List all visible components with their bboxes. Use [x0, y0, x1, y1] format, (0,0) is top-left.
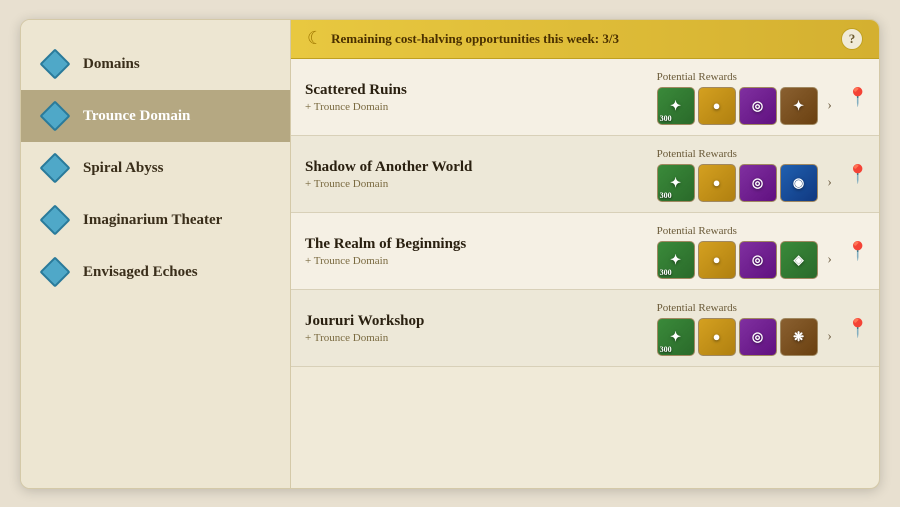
- rewards-label: Potential Rewards: [657, 302, 737, 314]
- sidebar-item-label: Imaginarium Theater: [83, 211, 222, 229]
- more-rewards-indicator: ›: [821, 241, 839, 279]
- dungeon-subtitle: + Trounce Domain: [305, 178, 645, 190]
- list-item: Joururi Workshop + Trounce Domain Potentia…: [291, 290, 879, 367]
- list-item-info: Scattered Ruins + Trounce Domain: [305, 82, 645, 113]
- reward-symbol-icon: ✦: [670, 252, 681, 268]
- dungeon-title: Joururi Workshop: [305, 313, 645, 330]
- reward-symbol-icon: ◎: [752, 98, 763, 114]
- sidebar-item-label: Domains: [83, 55, 140, 73]
- reward-icon: ◉: [780, 164, 818, 202]
- sidebar-item-spiral-abyss[interactable]: Spiral Abyss: [21, 142, 290, 194]
- list-item-info: The Realm of Beginnings + Trounce Domain: [305, 236, 645, 267]
- reward-symbol-icon: ✦: [670, 175, 681, 191]
- reward-icon: ✦300: [657, 164, 695, 202]
- rewards-icons: ✦300 ● ◎ ◉ ›: [657, 164, 839, 202]
- reward-symbol-icon: ●: [713, 175, 721, 191]
- banner-text: Remaining cost-halving opportunities thi…: [331, 31, 619, 47]
- reward-symbol-icon: ✦: [793, 98, 804, 114]
- reward-symbol-icon: ●: [713, 98, 721, 114]
- rewards-section: Potential Rewards ✦300 ● ◎ ◈ ›: [657, 225, 839, 279]
- map-pin-icon[interactable]: 📍: [847, 87, 869, 108]
- reward-icon: ❋: [780, 318, 818, 356]
- sidebar-item-trounce-domain[interactable]: Trounce Domain: [21, 90, 290, 142]
- sidebar-item-envisaged-echoes[interactable]: Envisaged Echoes: [21, 246, 290, 298]
- reward-icon: ◎: [739, 87, 777, 125]
- sidebar-item-label: Envisaged Echoes: [83, 263, 198, 281]
- map-pin-icon[interactable]: 📍: [847, 164, 869, 185]
- reward-symbol-icon: ◎: [752, 329, 763, 345]
- sidebar: Domains Trounce Domain Spiral Abyss Imagina…: [21, 20, 291, 488]
- diamond-icon: [39, 204, 71, 236]
- diamond-icon: [39, 48, 71, 80]
- reward-icon: ●: [698, 318, 736, 356]
- help-button[interactable]: ?: [841, 28, 863, 50]
- dungeon-subtitle: + Trounce Domain: [305, 255, 645, 267]
- reward-icon: ◎: [739, 241, 777, 279]
- reward-symbol-icon: ◈: [794, 252, 804, 268]
- reward-symbol-icon: ✦: [670, 98, 681, 114]
- diamond-icon: [39, 100, 71, 132]
- dungeon-title: Scattered Ruins: [305, 82, 645, 99]
- rewards-section: Potential Rewards✦300●◎✦›: [657, 71, 839, 125]
- rewards-icons: ✦300●◎✦›: [657, 87, 839, 125]
- dungeon-subtitle: + Trounce Domain: [305, 332, 645, 344]
- reward-number: 300: [660, 191, 672, 200]
- dungeon-title: The Realm of Beginnings: [305, 236, 645, 253]
- map-pin-icon[interactable]: 📍: [847, 318, 869, 339]
- reward-icon: ◎: [739, 318, 777, 356]
- rewards-icons: ✦300 ● ◎ ❋ ›: [657, 318, 839, 356]
- reward-icon: ◎: [739, 164, 777, 202]
- rewards-label: Potential Rewards: [657, 225, 737, 237]
- sidebar-item-label: Trounce Domain: [83, 107, 190, 125]
- main-panel: ☾ Remaining cost-halving opportunities t…: [291, 20, 879, 488]
- rewards-section: Potential Rewards ✦300 ● ◎ ◉ ›: [657, 148, 839, 202]
- reward-symbol-icon: ◎: [752, 252, 763, 268]
- reward-icon: ✦300: [657, 87, 695, 125]
- reward-symbol-icon: ❋: [793, 329, 804, 345]
- reward-symbol-icon: ●: [713, 252, 721, 268]
- sidebar-item-imaginarium-theater[interactable]: Imaginarium Theater: [21, 194, 290, 246]
- reward-icon: ●: [698, 241, 736, 279]
- dungeon-title: Shadow of Another World: [305, 159, 645, 176]
- rewards-label: Potential Rewards: [657, 148, 737, 160]
- reward-symbol-icon: ◎: [752, 175, 763, 191]
- reward-symbol-icon: ●: [713, 329, 721, 345]
- more-rewards-indicator: ›: [821, 87, 839, 125]
- reward-number: 300: [660, 345, 672, 354]
- reward-icon: ✦300: [657, 318, 695, 356]
- list-item-info: Joururi Workshop + Trounce Domain: [305, 313, 645, 344]
- reward-icon: ✦: [780, 87, 818, 125]
- diamond-icon: [39, 256, 71, 288]
- reward-symbol-icon: ✦: [670, 329, 681, 345]
- list-item-info: Shadow of Another World + Trounce Domain: [305, 159, 645, 190]
- dungeon-list: Scattered Ruins + Trounce Domain Potential…: [291, 59, 879, 488]
- reward-number: 300: [660, 114, 672, 123]
- reward-icon: ✦300: [657, 241, 695, 279]
- list-item: The Realm of Beginnings + Trounce Domain P…: [291, 213, 879, 290]
- list-item: Scattered Ruins + Trounce Domain Potential…: [291, 59, 879, 136]
- main-container: Domains Trounce Domain Spiral Abyss Imagina…: [20, 19, 880, 489]
- sidebar-item-label: Spiral Abyss: [83, 159, 163, 177]
- rewards-label: Potential Rewards: [657, 71, 737, 83]
- map-pin-icon[interactable]: 📍: [847, 241, 869, 262]
- more-rewards-indicator: ›: [821, 318, 839, 356]
- banner-text-wrap: ☾ Remaining cost-halving opportunities t…: [307, 28, 619, 49]
- diamond-icon: [39, 152, 71, 184]
- reward-icon: ◈: [780, 241, 818, 279]
- sidebar-item-domains[interactable]: Domains: [21, 38, 290, 90]
- cost-halving-banner: ☾ Remaining cost-halving opportunities t…: [291, 20, 879, 59]
- more-rewards-indicator: ›: [821, 164, 839, 202]
- rewards-section: Potential Rewards ✦300 ● ◎ ❋ ›: [657, 302, 839, 356]
- moon-icon: ☾: [307, 28, 323, 49]
- dungeon-subtitle: + Trounce Domain: [305, 101, 645, 113]
- list-item: Shadow of Another World + Trounce Domain P…: [291, 136, 879, 213]
- reward-symbol-icon: ◉: [793, 175, 804, 191]
- reward-icon: ●: [698, 164, 736, 202]
- rewards-icons: ✦300 ● ◎ ◈ ›: [657, 241, 839, 279]
- reward-number: 300: [660, 268, 672, 277]
- reward-icon: ●: [698, 87, 736, 125]
